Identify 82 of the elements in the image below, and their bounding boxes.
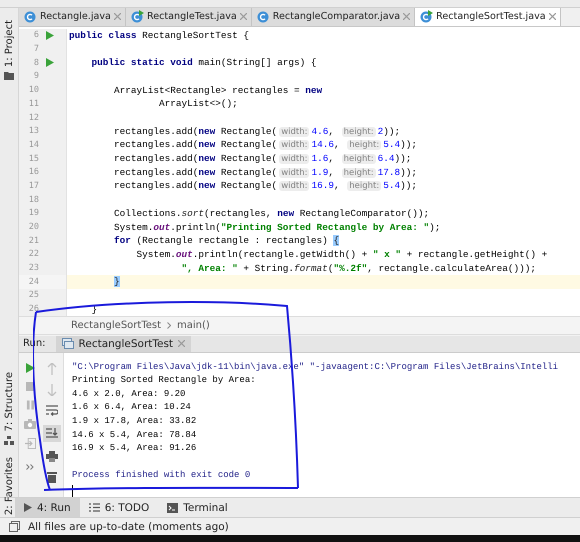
code-line: rectangles.add(new Rectangle( width: 1.6, height: 6.4));: [113, 153, 412, 164]
line-number: 26: [28, 304, 39, 314]
line-number: 16: [28, 167, 39, 178]
structure-icon: [4, 436, 14, 445]
tool-window-tab[interactable]: 4: Run: [15, 498, 80, 517]
run-tab[interactable]: RectangleSortTest: [56, 336, 192, 352]
tool-window-tab[interactable]: 6: TODO: [80, 498, 158, 517]
code-line: ArrayList<Rectangle> rectangles = new: [113, 84, 322, 96]
arrow-up-icon[interactable]: [47, 362, 57, 375]
tool-window-tab[interactable]: Terminal: [158, 498, 237, 517]
code-line: Collections.sort(rectangles, new RectangleComparator());: [113, 208, 430, 219]
line-number: 18: [28, 194, 39, 205]
breadcrumb-item[interactable]: main(): [177, 320, 210, 331]
line-number: 22: [28, 249, 39, 260]
line-number: 6: [32, 30, 39, 40]
console-line: 4.6 x 2.0, Area: 9.20: [72, 388, 186, 401]
camera-icon[interactable]: [24, 418, 36, 429]
console-line: 14.6 x 5.4, Area: 78.84: [72, 428, 198, 442]
breadcrumb-item[interactable]: RectangleSortTest: [71, 320, 162, 331]
line-number: 13: [28, 126, 39, 136]
scroll-to-end-icon: [46, 428, 58, 439]
editor-tab[interactable]: Rectangle.java: [19, 8, 126, 26]
line-number: 9: [32, 71, 39, 82]
line-number: 19: [28, 208, 39, 218]
exit-icon[interactable]: [24, 438, 36, 449]
run-icon[interactable]: [25, 362, 35, 373]
pause-icon[interactable]: [26, 400, 34, 410]
terminal-icon: [167, 502, 178, 512]
line-number: 7: [32, 44, 39, 54]
code-line: ArrayList<>();: [158, 98, 238, 110]
close-icon[interactable]: [178, 340, 186, 348]
code-line: rectangles.add(new Rectangle( width: 14.6, height: 5.4));: [113, 139, 418, 150]
line-number: 21: [28, 236, 39, 246]
console-line: Process finished with exit code 0: [72, 469, 252, 482]
line-number: 15: [28, 154, 39, 164]
code-line: System.out.println(rectangle.getWidth() + " x " + rectangle.getHeight() +: [136, 248, 548, 260]
list-icon: [88, 503, 100, 512]
console-line: 1.6 x 6.4, Area: 10.24: [72, 401, 192, 414]
code-line: ", Area: " + String.format("%.2f", rectangle.calculateArea()));: [180, 262, 536, 274]
tool-window-button[interactable]: 7: Structure: [4, 372, 14, 432]
line-number: 20: [28, 222, 39, 232]
line-number: 23: [28, 263, 39, 274]
code-line: System.out.println("Printing Sorted Rectangle by Area: ");: [113, 222, 440, 233]
window-icon: [62, 338, 74, 350]
chevron-icon: [167, 322, 172, 329]
code-line: public class RectangleSortTest {: [69, 30, 250, 41]
trash-icon[interactable]: [47, 470, 57, 483]
code-line: rectangles.add(new Rectangle( width: 16.9, height: 5.4));: [113, 180, 418, 192]
line-number: 17: [28, 180, 39, 191]
line-number: 12: [28, 112, 39, 123]
tool-window-button[interactable]: 2: Favorites: [4, 456, 14, 515]
window-icon: [9, 521, 20, 532]
line-number: 24: [28, 276, 39, 287]
soft-wrap-icon[interactable]: [46, 404, 58, 416]
text-cursor: [72, 485, 73, 497]
line-number: 25: [28, 290, 39, 300]
line-number: 14: [28, 140, 39, 150]
code-line: rectangles.add(new Rectangle( width: 4.6, height: 2));: [113, 126, 400, 137]
folder-icon: [4, 71, 14, 80]
close-icon[interactable]: [240, 13, 247, 20]
scroll-to-end-button[interactable]: [43, 424, 61, 442]
line-number: 8: [32, 58, 39, 68]
arrow-down-icon[interactable]: [47, 384, 57, 396]
code-line: public static void main(String[] args) {: [90, 57, 317, 68]
editor-tab[interactable]: RectangleComparator.java: [252, 8, 416, 26]
line-number: 10: [28, 85, 39, 96]
console-line: 16.9 x 5.4, Area: 91.26: [72, 442, 198, 456]
code-line: rectangles.add(new Rectangle( width: 1.9, height: 17.8));: [113, 166, 418, 178]
editor-tab[interactable]: RectangleTest.java: [126, 8, 252, 26]
close-icon[interactable]: [548, 13, 556, 20]
close-icon[interactable]: [403, 13, 410, 20]
close-icon[interactable]: [114, 13, 121, 20]
line-number: 11: [28, 98, 39, 109]
printer-icon[interactable]: [46, 450, 58, 462]
code-line: for (Rectangle rectangle : rectangles) {: [113, 235, 340, 246]
status-message: All files are up-to-date (moments ago): [28, 520, 229, 532]
more-icon[interactable]: [26, 464, 34, 470]
run-icon: [24, 503, 32, 512]
console-line: 1.9 x 17.8, Area: 33.82: [72, 415, 198, 428]
console-line: Printing Sorted Rectangle by Area:: [72, 374, 257, 388]
editor-tab[interactable]: RectangleSortTest.java: [415, 8, 561, 26]
tool-window-button[interactable]: 1: Project: [4, 20, 14, 68]
